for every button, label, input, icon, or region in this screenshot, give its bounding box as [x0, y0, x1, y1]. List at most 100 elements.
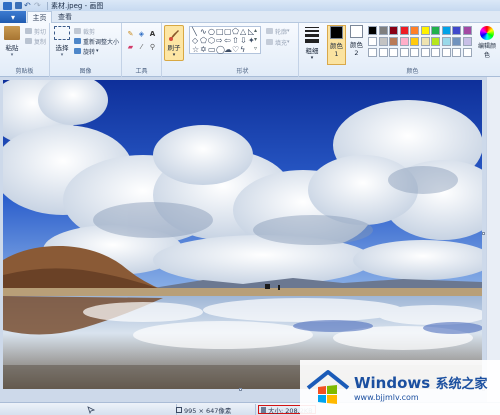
palette-color-swatch[interactable] — [420, 37, 430, 46]
tab-view[interactable]: 查看 — [54, 11, 76, 23]
palette-color-swatch[interactable] — [441, 26, 451, 35]
magnifier-icon[interactable]: ⚲ — [148, 42, 157, 51]
palette-color-swatch[interactable] — [452, 26, 461, 35]
shapes-expand-icon[interactable]: ▿ — [254, 45, 257, 53]
edit-colors-label: 编辑颜色 — [477, 43, 496, 59]
color-picker-icon[interactable]: ⁄ — [137, 42, 146, 51]
edit-colors-button[interactable]: 编辑颜色 — [476, 26, 498, 59]
rotate-button[interactable]: 旋转 ▾ — [74, 47, 99, 56]
select-button[interactable]: 选择 ▾ — [53, 26, 71, 58]
five-point-star-shape-icon[interactable]: ☆ — [192, 46, 199, 54]
crop-label: 裁剪 — [83, 28, 96, 36]
save-icon[interactable] — [15, 2, 22, 9]
lightning-shape-icon[interactable]: ϟ — [240, 46, 245, 54]
colors-group-label: 颜色 — [406, 68, 419, 75]
palette-color-swatch[interactable] — [368, 26, 377, 35]
palette-color-swatch[interactable] — [431, 26, 440, 35]
rounded-rect-shape-icon[interactable]: ▢ — [224, 28, 232, 36]
oval-shape-icon[interactable]: ○ — [208, 28, 215, 36]
down-arrow-shape-icon[interactable]: ⇩ — [240, 37, 247, 45]
palette-color-swatch[interactable] — [431, 48, 440, 57]
triangle-shape-icon[interactable]: △ — [240, 28, 246, 36]
crop-button[interactable]: 裁剪 — [74, 27, 96, 36]
palette-color-swatch[interactable] — [399, 48, 409, 57]
window-title: 素材.jpeg - 画图 — [51, 1, 104, 10]
palette-color-swatch[interactable] — [441, 48, 451, 57]
vertical-scrollbar[interactable] — [486, 77, 500, 402]
palette-color-swatch[interactable] — [420, 26, 430, 35]
palette-color-swatch[interactable] — [389, 37, 398, 46]
resize-button[interactable]: 重新调整大小 — [74, 37, 119, 46]
crop-icon — [74, 28, 81, 34]
palette-color-swatch[interactable] — [462, 26, 472, 35]
rectangle-shape-icon[interactable]: □ — [216, 28, 224, 36]
palette-color-swatch[interactable] — [431, 37, 440, 46]
palette-color-swatch[interactable] — [452, 37, 461, 46]
redo-icon[interactable]: ↷ — [34, 2, 42, 10]
brushes-button[interactable]: 刷子 ▾ — [164, 25, 184, 61]
image-group-label: 图像 — [79, 68, 92, 75]
fill-dropdown-icon: ▾ — [287, 39, 290, 45]
six-point-star-shape-icon[interactable]: ✡ — [200, 46, 207, 54]
text-icon[interactable]: A — [148, 29, 157, 38]
line-shape-icon[interactable]: ╲ — [192, 28, 197, 36]
polygon-shape-icon[interactable]: ⬠ — [232, 28, 239, 36]
cursor-position-icon — [87, 405, 95, 414]
resize-handle-right[interactable] — [482, 232, 485, 235]
fill-icon[interactable]: ◈ — [137, 29, 146, 38]
cloud-callout-shape-icon[interactable]: ☁ — [224, 46, 232, 54]
shapes-scroll-icon[interactable]: ▴ — [254, 27, 257, 35]
right-arrow-shape-icon[interactable]: ⇨ — [216, 37, 223, 45]
palette-color-swatch[interactable] — [420, 48, 430, 57]
paint-menu-icon[interactable] — [3, 1, 12, 10]
palette-color-swatch[interactable] — [462, 37, 472, 46]
palette-color-swatch[interactable] — [378, 48, 388, 57]
size-button[interactable]: 粗细 ▾ — [302, 25, 322, 65]
outline-icon — [266, 28, 273, 34]
heart-shape-icon[interactable]: ♡ — [232, 46, 239, 54]
pentagon-shape-icon[interactable]: ⬠ — [200, 37, 207, 45]
file-menu-tab[interactable]: ▾ — [0, 11, 26, 23]
palette-color-swatch[interactable] — [410, 48, 419, 57]
palette-color-swatch[interactable] — [378, 37, 388, 46]
color2-label: 颜色 2 — [350, 41, 363, 57]
resize-handle-bottom[interactable] — [239, 388, 242, 391]
left-arrow-shape-icon[interactable]: ⇦ — [224, 37, 231, 45]
undo-icon[interactable]: ↶ — [24, 2, 32, 10]
diamond-shape-icon[interactable]: ◇ — [192, 37, 198, 45]
color1-button[interactable]: 颜色 1 — [327, 25, 346, 65]
shape-fill-icon — [266, 39, 273, 45]
palette-color-swatch[interactable] — [368, 37, 377, 46]
copy-button[interactable]: 复制 — [25, 37, 46, 46]
cut-button[interactable]: 剪切 — [25, 27, 46, 36]
outline-button[interactable]: 轮廓 ▾ — [266, 27, 290, 36]
title-bar: ↶ ↷ 素材.jpeg - 画图 — [0, 0, 500, 11]
palette-color-swatch[interactable] — [462, 48, 472, 57]
paste-button[interactable]: 粘贴 ▾ — [3, 26, 21, 58]
palette-color-swatch[interactable] — [399, 37, 409, 46]
palette-color-swatch[interactable] — [368, 48, 377, 57]
curve-shape-icon[interactable]: ∿ — [200, 28, 207, 36]
palette-color-swatch[interactable] — [410, 37, 419, 46]
ribbon-tab-strip: ▾ 主页 查看 — [0, 11, 500, 24]
rect-callout-shape-icon[interactable]: ▭ — [208, 46, 216, 54]
watermark: Windows 系统之家 www.bjjmlv.com — [300, 360, 500, 415]
color2-button[interactable]: 颜色 2 — [347, 25, 366, 65]
palette-color-swatch[interactable] — [389, 48, 398, 57]
palette-color-swatch[interactable] — [399, 26, 409, 35]
hexagon-shape-icon[interactable]: ⬡ — [208, 37, 215, 45]
pencil-icon[interactable]: ✎ — [126, 29, 135, 38]
eraser-icon[interactable]: ▰ — [126, 42, 135, 51]
palette-color-swatch[interactable] — [452, 48, 461, 57]
image-canvas[interactable] — [3, 80, 482, 389]
shapes-gallery: ╲ ∿ ○ □ ▢ ⬠ △ ◺ ◇ ⬠ ⬡ ⇨ ⇦ ⇧ ⇩ ✦ ☆ ✡ ▭ ◯ … — [189, 26, 261, 54]
palette-color-swatch[interactable] — [389, 26, 398, 35]
fill-button[interactable]: 填充 ▾ — [266, 38, 290, 47]
palette-color-swatch[interactable] — [410, 26, 419, 35]
palette-color-swatch[interactable] — [441, 37, 451, 46]
up-arrow-shape-icon[interactable]: ⇧ — [232, 37, 239, 45]
watermark-title: Windows 系统之家 — [354, 373, 487, 392]
palette-color-swatch[interactable] — [378, 26, 388, 35]
shapes-scroll-down-icon[interactable]: ▾ — [254, 36, 257, 44]
fill-label: 填充 — [275, 39, 288, 47]
